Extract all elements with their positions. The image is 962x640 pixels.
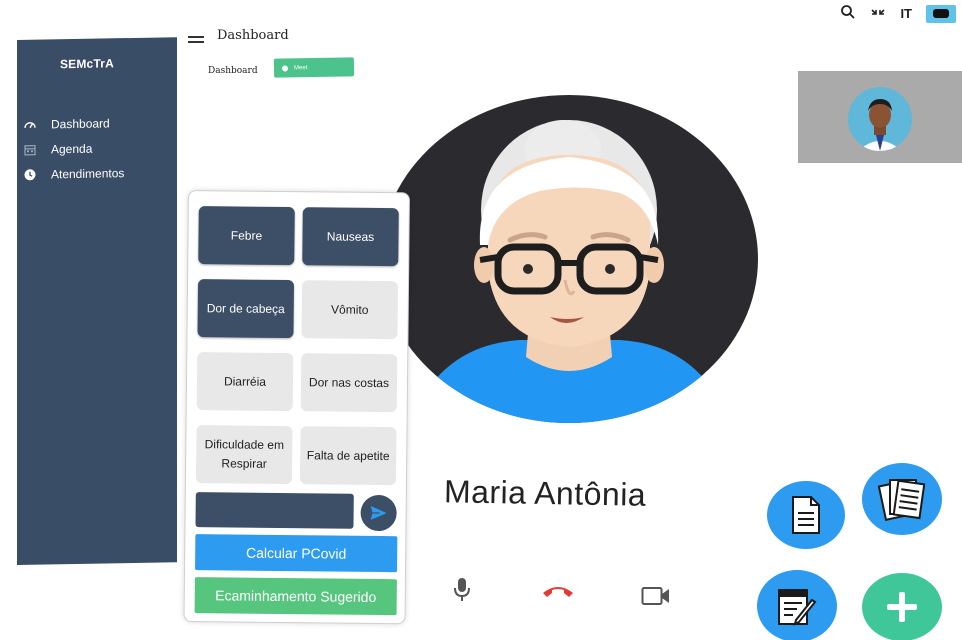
toggle-icon[interactable] (926, 4, 956, 23)
sidebar-item-agenda[interactable]: Agenda (17, 134, 177, 162)
add-button[interactable] (862, 573, 942, 640)
send-icon (370, 505, 387, 520)
it-label[interactable]: IT (900, 6, 912, 21)
sidebar-item-dashboard[interactable]: Dashboard (17, 109, 177, 137)
symptom-vomito-button[interactable]: Vômito (301, 280, 399, 340)
calendar-icon (23, 142, 37, 156)
sidebar: SEMcTrA Dashboard Agenda Atendimentos (17, 37, 177, 565)
sidebar-item-label: Agenda (51, 141, 93, 156)
symptom-falta-apetite-button[interactable]: Falta de apetite (299, 426, 397, 486)
expand-icon[interactable] (870, 4, 886, 23)
symptom-dor-nas-costas-button[interactable]: Dor nas costas (300, 353, 398, 413)
symptom-dor-de-cabeca-button[interactable]: Dor de cabeça (197, 279, 295, 339)
clock-icon (23, 167, 37, 181)
camera-icon[interactable] (641, 585, 671, 612)
top-toolbar: IT (840, 4, 962, 23)
document-button[interactable] (767, 481, 845, 549)
self-video-thumbnail[interactable] (798, 71, 962, 163)
symptom-diarreia-button[interactable]: Diarréia (196, 352, 294, 412)
symptoms-panel: Febre Nauseas Dor de cabeça Vômito Diarr… (183, 190, 410, 625)
sidebar-item-label: Atendimentos (51, 165, 125, 181)
breadcrumb[interactable]: Dashboard (208, 66, 258, 76)
search-icon[interactable] (840, 4, 856, 23)
status-dot-icon (281, 64, 289, 72)
meet-label: Meet (293, 64, 308, 71)
patient-avatar (380, 95, 758, 423)
gauge-icon (23, 117, 37, 131)
message-input[interactable] (195, 492, 354, 529)
app-screen: SEMcTrA Dashboard Agenda Atendimentos Da… (0, 0, 962, 640)
meet-badge[interactable]: Meet (273, 57, 355, 78)
send-button[interactable] (360, 494, 397, 532)
suggested-referral-button[interactable]: Ecaminhamento Sugerido (194, 577, 397, 616)
symptom-nauseas-button[interactable]: Nauseas (302, 207, 399, 267)
edit-document-button[interactable] (757, 570, 837, 640)
sidebar-nav: Dashboard Agenda Atendimentos (17, 109, 177, 187)
hang-up-icon[interactable] (541, 583, 575, 604)
edit-document-icon (778, 589, 817, 626)
menu-icon[interactable] (188, 36, 204, 46)
symptom-dificuldade-respirar-button[interactable]: Dificuldade em Respirar (195, 425, 293, 485)
documents-stack-button[interactable] (862, 463, 942, 535)
document-icon (792, 496, 820, 534)
sidebar-item-label: Dashboard (51, 115, 110, 131)
add-icon (887, 592, 917, 622)
doctor-avatar-icon (848, 87, 912, 151)
microphone-icon[interactable] (452, 576, 472, 607)
documents-stack-icon (877, 479, 926, 521)
patient-avatar-icon (380, 95, 758, 423)
patient-name: Maria Antônia (443, 473, 647, 513)
calculate-pcovid-button[interactable]: Calcular PCovid (195, 534, 398, 573)
page-title: Dashboard (217, 28, 289, 43)
sidebar-item-atendimentos[interactable]: Atendimentos (17, 159, 177, 187)
symptom-febre-button[interactable]: Febre (198, 206, 295, 266)
brand-logo: SEMcTrA (59, 56, 115, 72)
